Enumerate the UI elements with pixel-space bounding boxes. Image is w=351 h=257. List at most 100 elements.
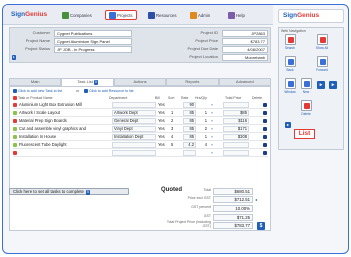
table-row[interactable]: Aluminium Light Box Extrusion Mill Yes 90 »	[13, 102, 268, 109]
project-location-field[interactable]: Moorebank	[222, 54, 268, 61]
nav-projects[interactable]: Projects	[105, 10, 137, 20]
delete-row-icon[interactable]	[263, 111, 267, 115]
sort-cell[interactable]	[171, 102, 181, 108]
calc-icon[interactable]: »	[211, 102, 219, 108]
sort-cell[interactable]: 4	[171, 134, 181, 140]
col-header-task[interactable]: Task or Product Name	[13, 96, 53, 101]
hrs-cell[interactable]: 1	[199, 110, 207, 116]
nav-page-button-1[interactable]: ▸	[317, 81, 325, 89]
bill-cell[interactable]: Yes	[158, 110, 170, 116]
total-price-cell[interactable]	[223, 150, 249, 156]
list-toggle-button[interactable]: ▸	[285, 122, 291, 128]
delete-row-icon[interactable]	[263, 143, 267, 147]
price-excl-field[interactable]: $712.51	[213, 196, 253, 203]
table-row[interactable]: Material Prep Sign Boards General Dept Yes…	[13, 118, 268, 125]
task-status-icon[interactable]	[13, 151, 17, 155]
table-row[interactable]: »	[13, 150, 268, 157]
tab-actions[interactable]: Actions	[113, 78, 167, 86]
bill-cell[interactable]: Yes	[158, 134, 170, 140]
sort-cell[interactable]: 3	[171, 126, 181, 132]
total-price-cell[interactable]	[223, 142, 249, 148]
department-cell[interactable]: General Dept	[112, 118, 156, 124]
total-field[interactable]: $680.51	[213, 188, 253, 195]
task-status-icon[interactable]	[13, 111, 17, 115]
total-incl-gst-field[interactable]: $783.77	[213, 222, 253, 229]
nav-companies[interactable]: Companies	[59, 10, 95, 20]
department-cell[interactable]: Vinyl Dept	[112, 126, 156, 132]
department-cell[interactable]	[112, 102, 156, 108]
calc-icon[interactable]: »	[211, 110, 219, 116]
dollar-button[interactable]: $	[257, 222, 265, 230]
calc-icon[interactable]: »	[211, 118, 219, 124]
nav-page-button-2[interactable]: ▸	[329, 81, 337, 89]
delete-row-icon[interactable]	[263, 135, 267, 139]
table-row[interactable]: Fluorescent Tube Daylight Yes 5 4.2 4 »	[13, 142, 268, 149]
task-status-icon[interactable]	[13, 143, 17, 147]
delete-row-icon[interactable]	[263, 103, 267, 107]
table-row[interactable]: Artwork / Scale Layout Artwork Dept Yes 1 85…	[13, 110, 268, 117]
bill-cell[interactable]: Yes	[158, 142, 170, 148]
delete-row-icon[interactable]	[263, 151, 267, 155]
rate-cell[interactable]: 85	[183, 126, 196, 132]
bill-cell[interactable]: Yes	[158, 126, 170, 132]
total-price-cell[interactable]	[223, 102, 249, 108]
total-price-cell[interactable]: $308	[223, 134, 249, 140]
total-price-cell[interactable]: $171	[223, 126, 249, 132]
sort-cell[interactable]: 5	[171, 142, 181, 148]
tab-main[interactable]: Main	[9, 78, 62, 86]
bill-cell[interactable]	[158, 150, 170, 156]
col-header-delete[interactable]: Delete	[252, 96, 262, 100]
task-name-cell[interactable]: Artwork / Scale Layout	[19, 110, 111, 116]
task-status-icon[interactable]	[13, 135, 17, 139]
rate-cell[interactable]: 85	[183, 110, 196, 116]
project-name-field[interactable]: Cygnet Aluminium Sign Panel	[54, 38, 132, 45]
hrs-cell[interactable]: 1	[199, 118, 207, 124]
gst-percent-field[interactable]: 10.00%	[213, 205, 253, 212]
tab-reports[interactable]: Reports	[166, 78, 219, 86]
calc-icon[interactable]: »	[211, 126, 219, 132]
total-price-cell[interactable]: $85	[223, 110, 249, 116]
task-name-cell[interactable]: Fluorescent Tube Daylight	[19, 142, 111, 148]
task-name-cell[interactable]: Aluminium Light Box Extrusion Mill	[19, 102, 111, 108]
calc-icon[interactable]: »	[211, 134, 219, 140]
hrs-cell[interactable]: 1	[199, 134, 207, 140]
col-header-bill[interactable]: Bill	[155, 96, 160, 100]
delete-record-button[interactable]: Delete	[299, 100, 313, 116]
rate-cell[interactable]	[183, 150, 196, 156]
rate-cell[interactable]: 85	[183, 118, 196, 124]
project-price-field[interactable]: $783.77	[222, 38, 268, 45]
col-header-total[interactable]: Total Price	[225, 96, 241, 100]
gst-field[interactable]: $71.25	[213, 214, 253, 221]
rate-cell[interactable]: 90	[183, 102, 196, 108]
nav-resources[interactable]: Resources	[145, 10, 180, 20]
delete-row-icon[interactable]	[263, 127, 267, 131]
task-name-cell[interactable]: Material Prep Sign Boards	[19, 118, 111, 124]
rate-cell[interactable]: 4.2	[183, 142, 196, 148]
hrs-cell[interactable]: 2	[199, 126, 207, 132]
sort-cell[interactable]: 1	[171, 110, 181, 116]
list-view-button[interactable]: List	[294, 129, 315, 139]
calc-icon[interactable]: »	[211, 142, 219, 148]
col-header-sort[interactable]: Sort	[168, 96, 174, 100]
info-panel-badge[interactable]: ▸	[12, 55, 16, 60]
department-cell[interactable]: Installation Dept	[112, 134, 156, 140]
bill-cell[interactable]: Yes	[158, 118, 170, 124]
hrs-cell[interactable]	[199, 150, 207, 156]
task-status-icon[interactable]	[13, 119, 17, 123]
department-cell[interactable]: Artwork Dept	[112, 110, 156, 116]
show-all-button[interactable]: Show All	[315, 34, 329, 50]
total-price-cell[interactable]: $116	[223, 118, 249, 124]
new-button[interactable]: New	[299, 78, 313, 94]
delete-row-icon[interactable]	[263, 119, 267, 123]
add-resource-link[interactable]: Click to add Resource to list	[84, 89, 134, 94]
project-id-field[interactable]: JP2863	[222, 30, 268, 37]
tab-task-list[interactable]: Task List 5	[61, 78, 114, 86]
add-task-link[interactable]: Click to add new Task to list	[13, 89, 62, 94]
department-cell[interactable]	[112, 142, 156, 148]
tab-advanced[interactable]: Advanced	[218, 78, 272, 86]
col-header-rate[interactable]: Rate	[181, 96, 188, 100]
col-header-dept[interactable]: Department	[109, 96, 127, 100]
customer-field[interactable]: Cygnet Publications	[54, 30, 132, 37]
task-status-icon[interactable]	[13, 127, 17, 131]
table-row[interactable]: Installation In House Installation Dept Ye…	[13, 134, 268, 141]
